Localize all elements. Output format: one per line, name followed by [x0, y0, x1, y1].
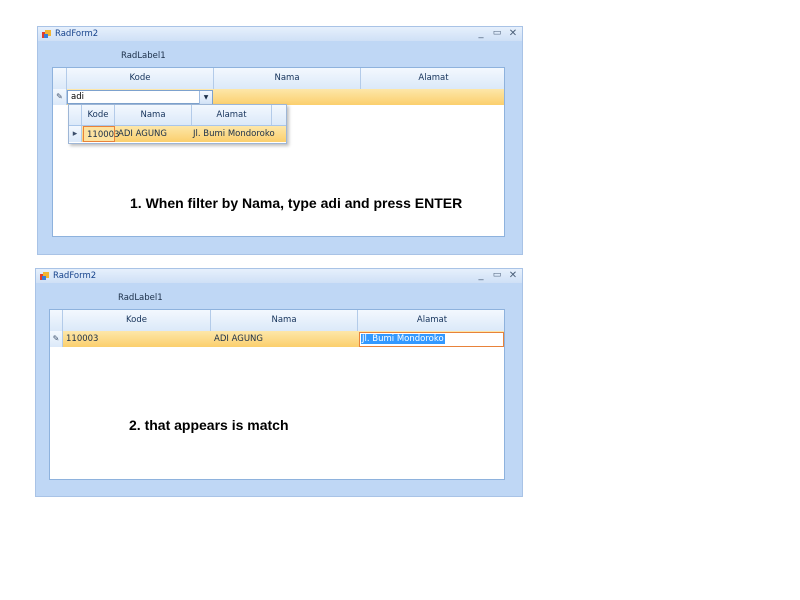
grid-header: Kode Nama Alamat: [53, 68, 504, 90]
popup-cell-alamat[interactable]: Jl. Bumi Mondoroko: [192, 126, 287, 142]
result-caption: 2. that appears is match: [129, 417, 289, 433]
popup-header-alamat[interactable]: Alamat: [192, 105, 272, 125]
dropdown-arrow-icon[interactable]: ▼: [199, 91, 212, 104]
app-icon: [42, 30, 51, 38]
popup-row[interactable]: ▸ 110003 ADI AGUNG Jl. Bumi Mondoroko: [69, 126, 286, 142]
data-grid[interactable]: Kode Nama Alamat ✎ adi ▼ Kode Nama Alama…: [52, 67, 505, 237]
popup-header: Kode Nama Alamat: [69, 105, 286, 126]
popup-cell-nama[interactable]: ADI AGUNG: [115, 126, 192, 142]
header-nama[interactable]: Nama: [214, 68, 361, 89]
current-row-arrow-icon: ▸: [69, 126, 82, 142]
popup-header-nama[interactable]: Nama: [115, 105, 192, 125]
header-indicator: [50, 310, 63, 331]
maximize-button[interactable]: ▭: [490, 269, 504, 282]
header-nama[interactable]: Nama: [211, 310, 358, 331]
maximize-button[interactable]: ▭: [490, 27, 504, 40]
table-row[interactable]: ✎ 110003 ADI AGUNG Jl. Bumi Mondoroko: [50, 331, 504, 347]
cell-alamat-editor[interactable]: Jl. Bumi Mondoroko: [359, 332, 504, 347]
selected-text[interactable]: Jl. Bumi Mondoroko: [361, 334, 445, 344]
grid-header: Kode Nama Alamat: [50, 310, 504, 332]
filter-dropdown-popup[interactable]: Kode Nama Alamat ▸ 110003 ADI AGUNG Jl. …: [68, 104, 287, 144]
header-alamat[interactable]: Alamat: [358, 310, 506, 331]
filter-combo-editor[interactable]: adi ▼: [67, 90, 213, 104]
header-kode[interactable]: Kode: [67, 68, 214, 89]
header-kode[interactable]: Kode: [63, 310, 211, 331]
instruction-caption: 1. When filter by Nama, type adi and pre…: [130, 195, 463, 211]
popup-header-kode[interactable]: Kode: [82, 105, 115, 125]
minimize-button[interactable]: _: [474, 27, 488, 40]
cell-kode[interactable]: 110003: [63, 331, 211, 347]
minimize-button[interactable]: _: [474, 269, 488, 282]
window-title: RadForm2: [53, 271, 97, 281]
filter-row[interactable]: ✎ adi ▼: [53, 89, 504, 105]
close-button[interactable]: ✕: [506, 27, 520, 40]
header-indicator: [53, 68, 67, 89]
rad-label: RadLabel1: [118, 293, 163, 303]
title-bar[interactable]: RadForm2 _ ▭ ✕: [36, 269, 522, 283]
window-title: RadForm2: [55, 29, 99, 39]
rad-label: RadLabel1: [121, 51, 166, 61]
edit-pencil-icon: ✎: [53, 89, 67, 105]
popup-cell-kode[interactable]: 110003: [83, 126, 119, 142]
title-bar[interactable]: RadForm2 _ ▭ ✕: [38, 27, 522, 41]
data-grid[interactable]: Kode Nama Alamat ✎ 110003 ADI AGUNG Jl. …: [49, 309, 505, 480]
app-icon: [40, 272, 49, 280]
edit-pencil-icon: ✎: [50, 331, 63, 347]
radform-window-1: RadForm2 _ ▭ ✕ RadLabel1 Kode Nama Alama…: [37, 26, 523, 255]
header-alamat[interactable]: Alamat: [361, 68, 506, 89]
filter-input[interactable]: adi: [71, 91, 84, 104]
popup-header-indicator: [69, 105, 82, 125]
close-button[interactable]: ✕: [506, 269, 520, 282]
radform-window-2: RadForm2 _ ▭ ✕ RadLabel1 Kode Nama Alama…: [35, 268, 523, 497]
cell-nama[interactable]: ADI AGUNG: [211, 331, 358, 347]
